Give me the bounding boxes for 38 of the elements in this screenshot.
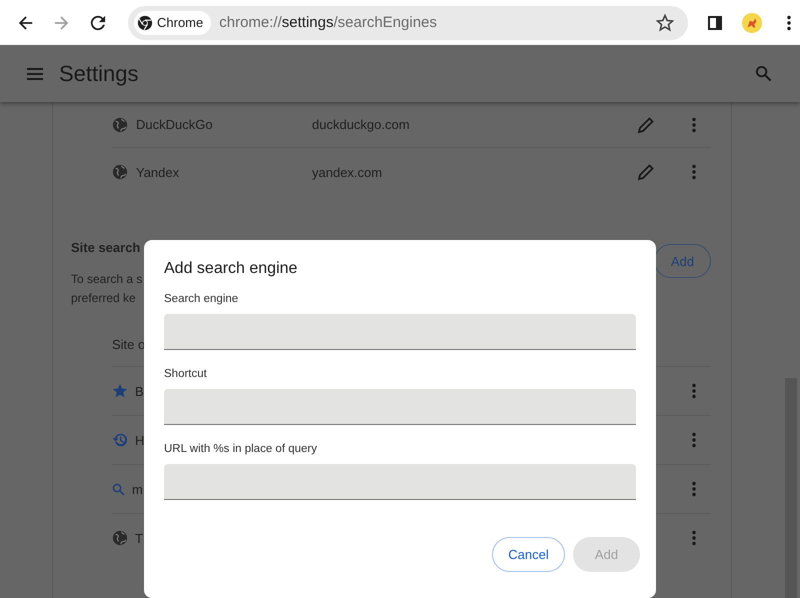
field-label: URL with %s in place of query	[164, 443, 318, 455]
site-name: H	[135, 432, 144, 448]
field-label: Search engine	[164, 293, 240, 305]
page-title: Settings	[59, 60, 138, 86]
reload-icon[interactable]	[90, 14, 106, 30]
engine-url: yandex.com	[312, 164, 384, 180]
input-field[interactable]	[164, 314, 636, 350]
site-chip[interactable]: Chrome	[134, 10, 212, 34]
engine-url: duckduckgo.com	[312, 117, 411, 132]
engine-name: DuckDuckGo	[136, 117, 214, 132]
back-arrow-icon[interactable]	[18, 14, 34, 30]
description-text: To search a s	[71, 271, 142, 288]
globe-icon	[112, 164, 128, 180]
profile-avatar[interactable]	[742, 12, 762, 32]
search-icon[interactable]	[755, 65, 772, 82]
description-text: preferred ke	[71, 290, 136, 307]
cancel-button[interactable]: Cancel	[492, 537, 565, 572]
bookmark-star-icon[interactable]	[656, 14, 674, 32]
section-title: Site search	[71, 239, 142, 257]
globe-icon	[112, 116, 128, 132]
site-name: T	[135, 530, 143, 546]
history-icon	[112, 432, 128, 448]
url-text: chrome://settings/searchEngines	[219, 14, 438, 31]
chrome-logo-icon	[137, 14, 153, 30]
site-name: B	[135, 384, 144, 398]
edit-icon[interactable]	[637, 163, 655, 181]
input-field[interactable]	[164, 389, 636, 425]
engine-name: Yandex	[136, 164, 180, 180]
site-name: m	[132, 482, 143, 496]
field-label: Shortcut	[164, 368, 208, 380]
side-panel-icon[interactable]	[706, 14, 724, 32]
dialog-title: Add search engine	[164, 260, 298, 278]
input-field[interactable]	[164, 464, 636, 500]
globe-icon	[112, 530, 128, 546]
star-icon	[112, 383, 128, 399]
address-bar[interactable]: Chrome chrome://settings/searchEngines	[128, 6, 688, 40]
edit-icon[interactable]	[637, 116, 655, 134]
search-icon	[112, 482, 125, 496]
